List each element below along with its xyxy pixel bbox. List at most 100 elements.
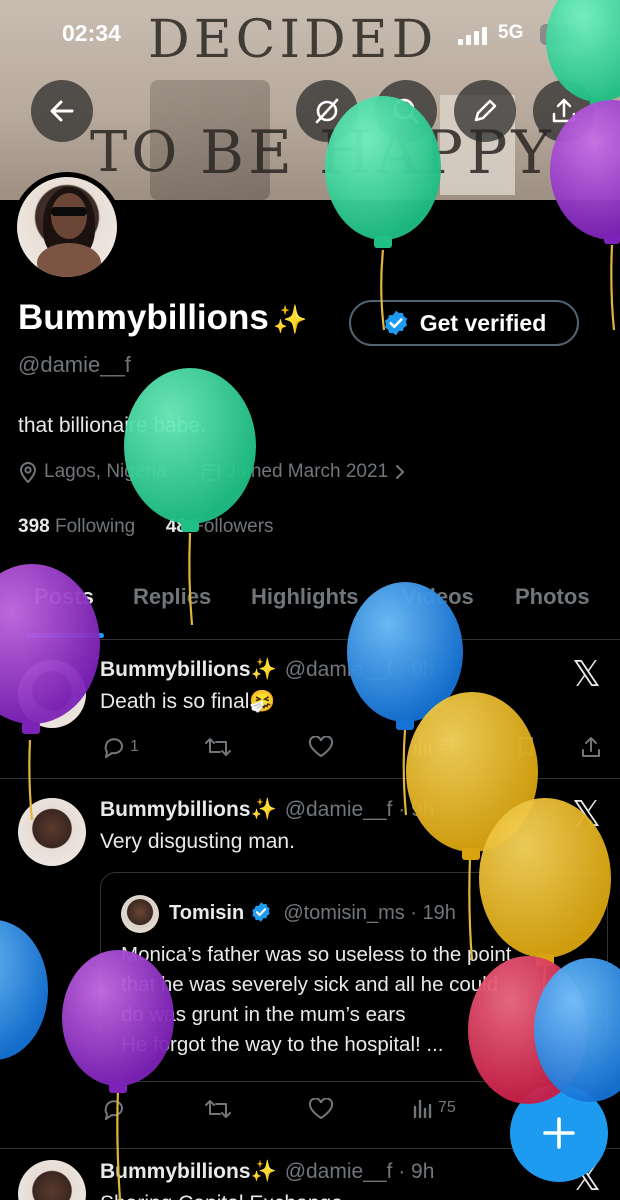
tweet-author-name: Bummybillions: [100, 658, 251, 681]
profile-display-name: Bummybillions ✨: [18, 298, 308, 338]
signal-icon: [458, 27, 487, 45]
grok-slash-icon: [315, 98, 339, 124]
sparkle-emoji: ✨: [250, 658, 277, 681]
back-button[interactable]: [31, 80, 93, 142]
profile-location: Lagos, Nigeria: [44, 461, 167, 482]
profile-tabs: Posts Replies Highlights Videos Photos: [0, 570, 620, 640]
tweet-header: Bummybillions✨ @damie__f · 9h: [100, 798, 434, 822]
tweet-avatar[interactable]: [18, 660, 86, 728]
views-count: 27: [438, 737, 456, 754]
tab-replies[interactable]: Replies: [133, 584, 211, 610]
following-label: Following: [54, 516, 136, 537]
tweet-text: Very disgusting man.: [100, 830, 295, 853]
location-pin-icon: [19, 462, 37, 483]
tab-highlights[interactable]: Highlights: [251, 584, 359, 610]
reply-count: 1: [130, 738, 139, 755]
views-icon: [413, 1099, 432, 1118]
share-button[interactable]: [533, 80, 595, 142]
reply-icon: [104, 1100, 123, 1120]
profile-avatar[interactable]: [12, 172, 122, 282]
tweet-text: Death is so final🤧: [100, 690, 276, 713]
calendar-icon: [201, 464, 220, 481]
plus-icon: [543, 1117, 575, 1149]
repost-button[interactable]: [204, 1098, 232, 1120]
sparkle-emoji: ✨: [250, 798, 277, 821]
verified-badge-icon: [384, 310, 407, 336]
compose-button[interactable]: [510, 1084, 608, 1182]
tweet-divider: [0, 778, 620, 779]
quoted-tweet[interactable]: Tomisin @tomisin_ms · 19h Monica’s fathe…: [100, 872, 608, 1082]
quoted-text-line-4: He forgot the way to the hospital! ...: [121, 1033, 444, 1056]
followers-label: Followers: [192, 516, 274, 537]
tweet-actions: 1 27: [100, 736, 610, 764]
tab-videos[interactable]: Videos: [402, 584, 474, 610]
views-icon: [413, 737, 432, 756]
tweet-author-name: Bummybillions: [100, 1160, 251, 1183]
tweet-text: Sharing Capital Exchange: [100, 1192, 343, 1200]
following-count: 398: [18, 516, 50, 537]
tab-photos[interactable]: Photos: [515, 584, 590, 610]
followers-link[interactable]: 48 Followers: [166, 516, 274, 537]
banner-text-2: TO: [90, 120, 182, 185]
bookmark-button[interactable]: [516, 736, 536, 758]
x-logo-icon: 𝕏: [572, 654, 602, 695]
profile-meta: Lagos, Nigeria Joined March 2021: [18, 461, 406, 483]
avatar-photo: [17, 177, 117, 277]
followers-count: 48: [165, 516, 187, 537]
chevron-right-icon: [396, 465, 405, 479]
share-icon: [552, 98, 576, 123]
reply-button[interactable]: 1: [102, 736, 139, 758]
following-link[interactable]: 398 Following: [18, 516, 135, 537]
share-icon: [582, 737, 600, 757]
get-verified-label: Get verified: [419, 309, 547, 336]
follow-stats: 398 Following 48 Followers: [18, 516, 274, 538]
tweet-author-name: Bummybillions: [100, 798, 251, 821]
balloon-green: [124, 368, 256, 532]
quoted-text-line-3: do was grunt in the mum’s ears: [121, 1003, 406, 1026]
tweet-avatar[interactable]: [18, 798, 86, 866]
profile-joined[interactable]: Joined March 2021: [227, 461, 389, 483]
tweet-avatar[interactable]: [18, 1160, 86, 1200]
reply-icon: [104, 738, 123, 758]
tweet-handle-time: @damie__f · 9h: [284, 658, 435, 681]
like-button[interactable]: [308, 736, 334, 758]
views-button[interactable]: 27: [412, 736, 456, 756]
search-icon: [393, 98, 420, 125]
profile-handle: @damie__f: [18, 352, 131, 377]
heart-icon: [308, 1098, 334, 1120]
reply-button[interactable]: [102, 1098, 126, 1120]
active-tab-indicator: [26, 633, 104, 638]
tweet-handle-time: @damie__f · 9h: [284, 1160, 435, 1183]
heart-icon: [308, 736, 334, 758]
views-count: 75: [438, 1099, 456, 1116]
quoted-handle-time: @tomisin_ms · 19h: [283, 902, 456, 924]
search-button[interactable]: [375, 80, 437, 142]
arrow-left-icon: [50, 100, 74, 122]
tweet-handle-time: @damie__f · 9h: [284, 798, 435, 821]
quoted-author-name: Tomisin: [169, 902, 245, 924]
tweet-header: Bummybillions✨ @damie__f · 9h: [100, 658, 434, 682]
repost-icon: [205, 1100, 231, 1118]
repost-icon: [205, 738, 231, 756]
tweet-1[interactable]: Bummybillions✨ @damie__f · 9h Death is so…: [0, 640, 620, 778]
status-bar: 02:34 5G 23: [0, 18, 620, 54]
quoted-avatar: [121, 895, 159, 933]
tweet-header: Bummybillions✨ @damie__f · 9h: [100, 1160, 434, 1184]
quoted-header: Tomisin @tomisin_ms · 19h: [169, 901, 456, 925]
battery-icon: 23: [540, 24, 580, 45]
tab-posts[interactable]: Posts: [34, 584, 94, 610]
grok-button[interactable]: [296, 80, 358, 142]
quoted-text-line-2: that he was severely sick and all he cou…: [121, 973, 499, 996]
views-button[interactable]: 75: [412, 1098, 456, 1118]
display-name-text: Bummybillions: [18, 298, 269, 337]
get-verified-button[interactable]: Get verified: [349, 300, 579, 346]
share-tweet-button[interactable]: [580, 736, 602, 758]
edit-button[interactable]: [454, 80, 516, 142]
status-time: 02:34: [62, 20, 121, 46]
repost-button[interactable]: [204, 736, 232, 758]
profile-bio: that billionaire babe.: [18, 414, 206, 437]
bookmark-icon: [519, 737, 533, 757]
like-button[interactable]: [308, 1098, 334, 1120]
pencil-icon: [474, 99, 497, 122]
sparkle-emoji: ✨: [272, 304, 308, 335]
